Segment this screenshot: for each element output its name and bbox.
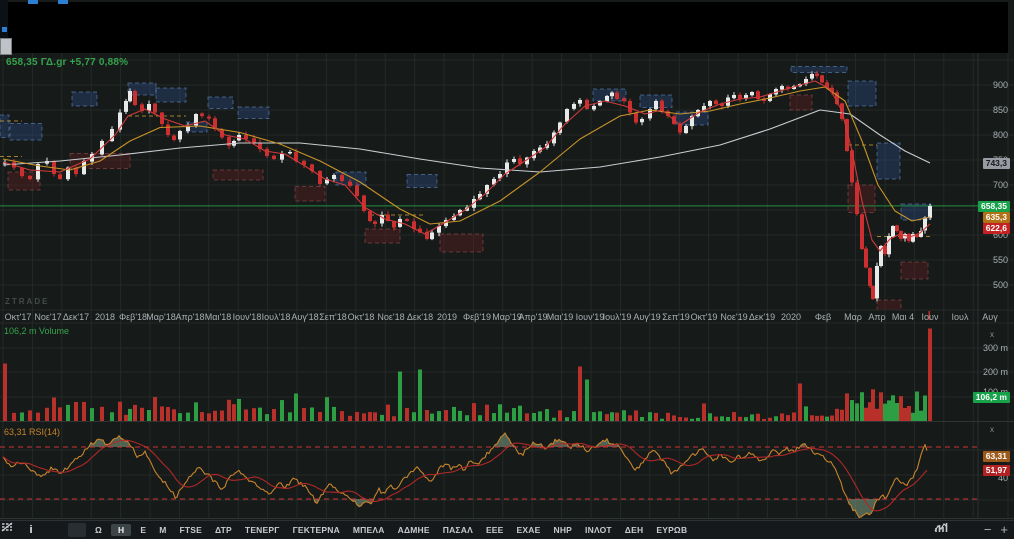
rsi-value-badge: 63,31 xyxy=(982,451,1010,462)
zoom-out-icon[interactable]: − xyxy=(984,523,992,536)
date-axis-label: Ιουλ'19 xyxy=(602,312,632,322)
toolbar-ticker-FTSE[interactable]: FTSE xyxy=(176,524,207,536)
date-axis-label: Νοε'17 xyxy=(34,312,62,322)
date-axis-label: Οκτ'18 xyxy=(347,312,375,322)
date-axis-label: Δεκ'19 xyxy=(748,312,776,322)
bar-chart-icon[interactable] xyxy=(935,523,975,537)
topbar-redacted xyxy=(8,2,1008,53)
rsi-indicator-label: 63,31 RSI(14) xyxy=(4,427,61,437)
toolbar-ticker-ΜΠΕΛΑ[interactable]: ΜΠΕΛΑ xyxy=(349,524,389,536)
date-axis-label: Απρ'19 xyxy=(518,312,548,322)
axis-tick-label: 200 m xyxy=(982,367,1008,377)
date-axis-label: 2019 xyxy=(436,312,458,322)
volume-value-badge: 106,2 m xyxy=(972,392,1010,403)
date-axis-label: Μαρ'18 xyxy=(146,312,176,322)
date-axis-label: Φεβ'18 xyxy=(118,312,148,322)
axis-tick-label: 900 xyxy=(992,80,1008,90)
watchlist-icon[interactable] xyxy=(2,523,86,537)
date-axis-label: Μαι 4 xyxy=(891,312,915,322)
axis-tick-label: 850 xyxy=(992,105,1008,115)
date-axis-label: Ιουν'18 xyxy=(232,312,262,322)
toolbar-ticker-ΑΔΜΗΕ[interactable]: ΑΔΜΗΕ xyxy=(394,524,434,536)
toolbar-ticker-ΔΕΗ[interactable]: ΔΕΗ xyxy=(621,524,648,536)
toolbar-ticker-ΙΝΛΟΤ[interactable]: ΙΝΛΟΤ xyxy=(581,524,616,536)
date-axis-label: Απρ'18 xyxy=(175,312,205,322)
date-axis-label: Ιουν'19 xyxy=(575,312,605,322)
date-axis-label: Μαρ'19 xyxy=(492,312,522,322)
date-axis-label: Μαι'19 xyxy=(546,312,574,322)
trading-app: 658,35 ΓΔ.gr +5,77 0,88% 106,2 m Volume … xyxy=(0,0,1014,539)
rsi-pane-close-icon[interactable]: x xyxy=(987,425,997,435)
bottom-toolbar: i Ω Η Ε Μ FTSE ΔΤΡ ΤΕΝΕΡΓ ΓΕΚΤΕΡΝΑ ΜΠΕΛΑ ΑΔΜΗΕ ΠΑΣΑ… xyxy=(0,520,1014,539)
ma-slow-value-badge: 743,3 xyxy=(982,158,1010,169)
toolbar-ticker-Μ[interactable]: Μ xyxy=(155,524,170,536)
last-price-badge: 658,35 xyxy=(978,201,1010,212)
chart-controls: − + xyxy=(934,521,1008,538)
axis-tick-label: 300 m xyxy=(982,343,1008,353)
ma-fast-value-badge: 622,6 xyxy=(982,223,1010,234)
rsi-ma-value-badge: 51,97 xyxy=(982,465,1010,476)
topbar-icon xyxy=(28,0,38,4)
info-icon: i xyxy=(29,524,33,536)
date-axis-label: Αυγ'18 xyxy=(291,312,319,322)
date-axis-label: Ιουλ'18 xyxy=(261,312,291,322)
axis-tick-label: 700 xyxy=(992,180,1008,190)
date-axis-label: Νοε'19 xyxy=(720,312,748,322)
ticker-info: 658,35 ΓΔ.gr +5,77 0,88% xyxy=(6,57,129,68)
ma-med-value-badge: 635,3 xyxy=(982,212,1010,223)
date-axis-label: Φεβ'19 xyxy=(462,312,492,322)
axis-tick-label: 500 xyxy=(992,280,1008,290)
axis-tick-label: 800 xyxy=(992,130,1008,140)
date-axis-label: Οκτ'19 xyxy=(690,312,718,322)
side-strip-button[interactable] xyxy=(0,38,12,55)
side-strip-icon xyxy=(2,27,7,32)
date-axis-label: Μαι'18 xyxy=(204,312,232,322)
toolbar-ticker-ΝΗΡ[interactable]: ΝΗΡ xyxy=(550,524,577,536)
trendline-icon[interactable] xyxy=(1,522,63,537)
toolbar-ticker-Ε[interactable]: Ε xyxy=(136,524,150,536)
toolbar-ticker-Η[interactable]: Η xyxy=(111,524,132,536)
info-icon[interactable]: i xyxy=(22,523,40,537)
date-axis-label: Αυγ xyxy=(982,312,998,322)
toolbar-ticker-ΕΧΑΕ[interactable]: ΕΧΑΕ xyxy=(513,524,545,536)
date-axis-label: Δεκ'17 xyxy=(62,312,90,322)
zoom-in-icon[interactable]: + xyxy=(1000,523,1008,536)
toolbar-ticker-ΓΕΚΤΕΡΝΑ[interactable]: ΓΕΚΤΕΡΝΑ xyxy=(289,524,344,536)
toolbar-ticker-ΤΕΝΕΡΓ[interactable]: ΤΕΝΕΡΓ xyxy=(241,524,284,536)
toolbar-ticker-ΠΑΣΑΛ[interactable]: ΠΑΣΑΛ xyxy=(439,524,477,536)
chart-canvas[interactable] xyxy=(0,0,1014,539)
date-axis-label: 2020 xyxy=(780,312,802,322)
date-axis-label: Αυγ'19 xyxy=(633,312,661,322)
date-axis-label: Οκτ'17 xyxy=(4,312,32,322)
toolbar-ticker-Ω[interactable]: Ω xyxy=(91,524,106,536)
date-axis-label: Ιουλ xyxy=(951,312,969,322)
toolbar-ticker-ΕΥΡΩΒ[interactable]: ΕΥΡΩΒ xyxy=(652,524,691,536)
toolbar-ticker-ΕΕΕ[interactable]: ΕΕΕ xyxy=(482,524,508,536)
watermark: ZTRADE xyxy=(5,297,50,306)
date-axis-label: Απρ xyxy=(868,312,886,322)
date-axis-label: Σεπ'18 xyxy=(319,312,347,322)
volume-indicator-label: 106,2 m Volume xyxy=(4,326,70,336)
date-axis-label: Δεκ'18 xyxy=(406,312,434,322)
date-axis-label: Ιουν xyxy=(921,312,939,322)
date-axis-label: Φεβ xyxy=(814,312,832,322)
axis-tick-label: 550 xyxy=(992,255,1008,265)
date-axis-label: Νοε'18 xyxy=(377,312,405,322)
date-axis-label: Σεπ'19 xyxy=(662,312,690,322)
topbar-icon xyxy=(58,0,68,4)
toolbar-ticker-ΔΤΡ[interactable]: ΔΤΡ xyxy=(211,524,236,536)
volume-pane-close-icon[interactable]: x xyxy=(987,330,997,340)
date-axis-label: 2018 xyxy=(94,312,116,322)
date-axis-label: Μαρ xyxy=(844,312,862,322)
